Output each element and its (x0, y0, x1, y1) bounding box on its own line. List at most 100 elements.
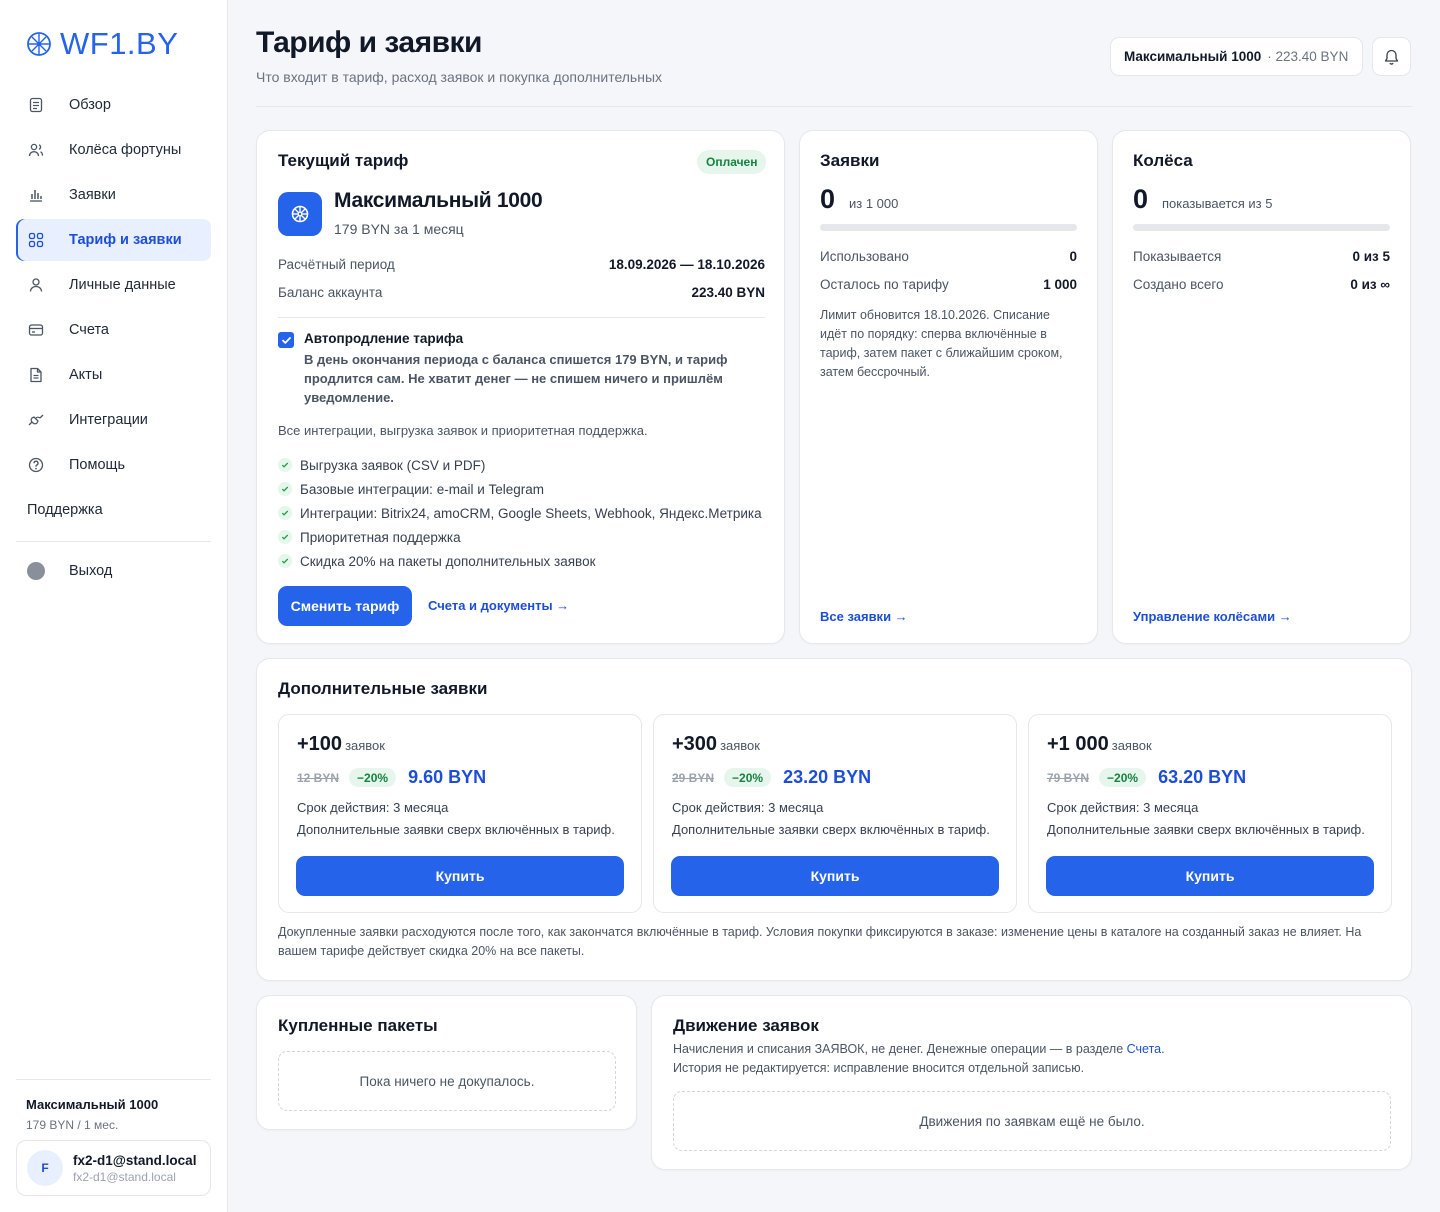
buy-button[interactable]: Купить (671, 856, 999, 896)
grid-icon (26, 230, 46, 250)
plan-price: 179 BYN за 1 месяц (334, 221, 464, 237)
check-icon (278, 482, 292, 496)
package-term: Срок действия: 3 месяца (1047, 800, 1199, 815)
sidebar-item-wheels[interactable]: Колёса фортуны (16, 129, 211, 171)
sidebar-item-label: Личные данные (69, 277, 176, 293)
package-description: Дополнительные заявки сверх включённых в… (1047, 822, 1365, 837)
sidebar: WF1.BY Обзор Колёса фортуны Заявки Тариф… (0, 0, 228, 1212)
page-title: Тариф и заявки (256, 26, 483, 59)
list-item: Интеграции: Bitrix24, amoCRM, Google She… (278, 501, 762, 525)
list-item: Приоритетная поддержка (278, 525, 762, 549)
sidebar-item-invoices[interactable]: Счета (16, 309, 211, 351)
history-description: Начисления и списания ЗАЯВОК, не денег. … (673, 1040, 1165, 1078)
wheels-progress-bar (1133, 224, 1390, 231)
created-value: 0 из ∞ (1350, 277, 1390, 292)
wheels-card: Колёса 0 показывается из 5 Показывается … (1112, 130, 1411, 644)
plan-wheel-icon (278, 192, 322, 236)
list-item: Скидка 20% на пакеты дополнительных заяв… (278, 549, 762, 573)
balance-label: Баланс аккаунта (278, 285, 383, 300)
package-description: Дополнительные заявки сверх включённых в… (297, 822, 615, 837)
extra-requests-card: Дополнительные заявки +100 заявок 12 BYN … (256, 658, 1412, 981)
left-value: 1 000 (1043, 277, 1077, 292)
feature-text: Приоритетная поддержка (300, 529, 461, 545)
empty-state: Движения по заявкам ещё не было. (673, 1091, 1391, 1151)
feature-text: Выгрузка заявок (CSV и PDF) (300, 457, 486, 473)
sidebar-item-label: Помощь (69, 457, 126, 473)
desc-text: Начисления и списания ЗАЯВОК, не денег. … (673, 1042, 1127, 1056)
file-icon (26, 365, 46, 385)
logout-button[interactable]: Выход (16, 550, 211, 592)
package-unit: заявок (1111, 738, 1152, 753)
sidebar-bottom-divider (16, 1079, 211, 1080)
package-card: +1 000 заявок 79 BYN −20% 63.20 BYN Срок … (1028, 714, 1392, 913)
nav-divider (16, 541, 211, 542)
help-icon (26, 455, 46, 475)
page-subtitle: Что входит в тариф, расход заявок и поку… (256, 69, 663, 85)
change-tariff-button[interactable]: Сменить тариф (278, 586, 412, 626)
package-description: Дополнительные заявки сверх включённых в… (672, 822, 990, 837)
used-value: 0 (1069, 249, 1077, 264)
user-card[interactable]: F fx2-d1@stand.local fx2-d1@stand.local (16, 1140, 211, 1196)
user-icon (26, 275, 46, 295)
notifications-button[interactable] (1372, 37, 1411, 76)
logo[interactable]: WF1.BY (26, 26, 178, 62)
sidebar-item-support[interactable]: Поддержка (16, 489, 211, 531)
billing-period-row: Расчётный период 18.09.2026 — 18.10.2026 (278, 257, 765, 272)
card-title: Купленные пакеты (278, 1016, 438, 1035)
balance-row: Баланс аккаунта 223.40 BYN (278, 285, 765, 300)
requests-left-row: Осталось по тарифу 1 000 (820, 277, 1077, 292)
package-term: Срок действия: 3 месяца (297, 800, 449, 815)
sidebar-item-profile[interactable]: Личные данные (16, 264, 211, 306)
user-sub: fx2-d1@stand.local (73, 1169, 176, 1184)
autorenew-description: В день окончания периода с баланса спише… (304, 352, 728, 405)
old-price: 12 BYN (297, 770, 340, 785)
autorenew-checkbox[interactable] (278, 332, 294, 348)
sidebar-item-label: Поддержка (27, 502, 103, 518)
buy-button[interactable]: Купить (1046, 856, 1374, 896)
invoices-docs-link[interactable]: Счета и документы → (428, 598, 569, 613)
shown-value: 0 из 5 (1352, 249, 1390, 264)
used-label: Использовано (820, 249, 909, 264)
sidebar-item-label: Колёса фортуны (69, 142, 182, 158)
balance-value: 223.40 BYN (691, 285, 765, 300)
sidebar-plan-name: Максимальный 1000 (26, 1097, 159, 1112)
all-requests-link[interactable]: Все заявки → (820, 609, 908, 624)
buy-button[interactable]: Купить (296, 856, 624, 896)
sidebar-item-label: Тариф и заявки (69, 232, 182, 248)
check-icon (278, 506, 292, 520)
sidebar-item-integrations[interactable]: Интеграции (16, 399, 211, 441)
check-icon (281, 336, 291, 344)
wheel-logo-icon (27, 32, 51, 56)
list-item: Выгрузка заявок (CSV и PDF) (278, 453, 762, 477)
users-icon (26, 140, 46, 160)
sidebar-item-requests[interactable]: Заявки (16, 174, 211, 216)
bought-packages-card: Купленные пакеты Пока ничего не докупало… (256, 995, 637, 1130)
sidebar-item-overview[interactable]: Обзор (16, 84, 211, 126)
feature-text: Интеграции: Bitrix24, amoCRM, Google She… (300, 505, 762, 521)
created-label: Создано всего (1133, 277, 1224, 292)
invoices-link[interactable]: Счета (1127, 1042, 1161, 1056)
plan-pill[interactable]: Максимальный 1000 · 223.40 BYN (1110, 37, 1363, 76)
requests-history-card: Движение заявок Начисления и списания ЗА… (651, 995, 1412, 1170)
sidebar-plan-price: 179 BYN / 1 мес. (26, 1118, 119, 1132)
old-price: 29 BYN (672, 770, 715, 785)
billing-period-label: Расчётный период (278, 257, 395, 272)
desc-end: . (1161, 1042, 1165, 1056)
manage-wheels-link[interactable]: Управление колёсами → (1133, 609, 1292, 624)
feature-list: Выгрузка заявок (CSV и PDF) Базовые инте… (278, 453, 762, 573)
package-unit: заявок (345, 738, 385, 753)
wheels-created-row: Создано всего 0 из ∞ (1133, 277, 1390, 292)
feature-text: Скидка 20% на пакеты дополнительных заяв… (300, 553, 596, 569)
discount-badge: −20% (724, 768, 772, 787)
requests-note: Лимит обновится 18.10.2026. Списание идё… (820, 308, 1063, 379)
sidebar-item-acts[interactable]: Акты (16, 354, 211, 396)
card-title: Заявки (820, 151, 880, 170)
sidebar-item-help[interactable]: Помощь (16, 444, 211, 486)
sidebar-item-tariff[interactable]: Тариф и заявки (16, 219, 211, 261)
feature-text: Базовые интеграции: e-mail и Telegram (300, 481, 545, 497)
package-card: +300 заявок 29 BYN −20% 23.20 BYN Срок де… (653, 714, 1017, 913)
package-count: +100 (297, 733, 343, 755)
card-title: Колёса (1133, 151, 1193, 170)
left-label: Осталось по тарифу (820, 277, 949, 292)
check-icon (278, 554, 292, 568)
